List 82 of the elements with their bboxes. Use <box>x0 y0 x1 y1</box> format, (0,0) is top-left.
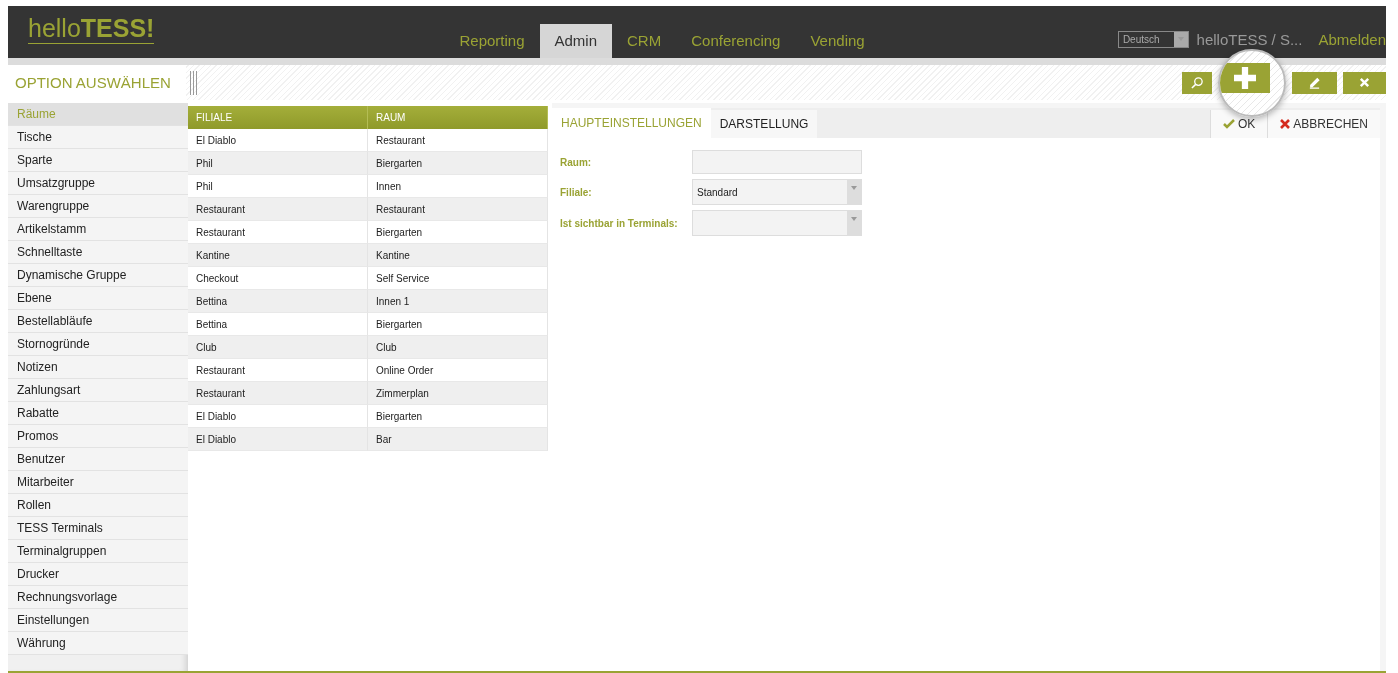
table-cell: Biergarten <box>368 152 548 175</box>
sidebar-item[interactable]: Sparte <box>8 149 188 172</box>
field-label: Raum: <box>560 156 593 168</box>
sidebar-item[interactable]: Benutzer <box>8 448 188 471</box>
sidebar-item[interactable]: Rabatte <box>8 402 188 425</box>
table-cell: El Diablo <box>188 129 368 152</box>
table-cell: Biergarten <box>368 221 548 244</box>
check-icon <box>1222 119 1235 129</box>
sidebar-item[interactable]: Einstellungen <box>8 609 188 632</box>
sidebar-item[interactable]: Ebene <box>8 287 188 310</box>
table-cell: Restaurant <box>188 359 368 382</box>
sidebar-item[interactable]: Terminalgruppen <box>8 540 188 563</box>
logo: helloTESS! <box>28 16 155 44</box>
table-cell: Self Service <box>368 267 548 290</box>
close-icon <box>1280 119 1291 129</box>
sidebar-item[interactable]: Artikelstamm <box>8 218 188 241</box>
sidebar-item[interactable]: TESS Terminals <box>8 517 188 540</box>
edit-button[interactable] <box>1292 71 1337 94</box>
nav-tab[interactable]: Vending <box>795 24 880 58</box>
sidebar-item[interactable]: Promos <box>8 425 188 448</box>
table-cell: Restaurant <box>188 198 368 221</box>
sidebar-item[interactable]: Bestellabläufe <box>8 310 188 333</box>
table-cell: Online Order <box>368 359 548 382</box>
table-cell: Innen 1 <box>368 290 548 313</box>
nav-tab[interactable]: Reporting <box>444 24 540 58</box>
table-cell: Biergarten <box>368 405 548 428</box>
caret-icon <box>851 186 857 190</box>
sidebar-item[interactable]: Tische <box>8 126 188 149</box>
table-cell: Zimmerplan <box>368 382 548 405</box>
cancel-button[interactable]: ABBRECHEN <box>1267 110 1380 138</box>
sidebar-item[interactable]: Notizen <box>8 356 188 379</box>
table-cell: Phil <box>188 152 368 175</box>
sidebar-item[interactable]: Stornogründe <box>8 333 188 356</box>
table-cell: El Diablo <box>188 428 368 451</box>
search-button[interactable] <box>1182 71 1212 94</box>
table-cell: El Diablo <box>188 405 368 428</box>
table-cell: Bettina <box>188 290 368 313</box>
table-cell: Restaurant <box>368 129 548 152</box>
table-cell: Innen <box>368 175 548 198</box>
table-cell: Club <box>368 336 548 359</box>
nav-tab[interactable]: Admin <box>539 24 613 58</box>
sidebar-item[interactable]: Schnelltaste <box>8 241 188 264</box>
sidebar-item[interactable]: Dynamische Gruppe <box>8 264 188 287</box>
field-label: Filiale: <box>560 186 593 198</box>
input-field[interactable] <box>692 150 862 174</box>
sidebar-item[interactable]: Drucker <box>8 563 188 586</box>
ok-button[interactable]: OK <box>1209 110 1268 138</box>
table-cell: Biergarten <box>368 313 548 336</box>
user-name: helloTESS / S... <box>1196 30 1303 48</box>
sidebar-item[interactable]: Rollen <box>8 494 188 517</box>
table-cell: Restaurant <box>368 198 548 221</box>
table-cell: Restaurant <box>188 221 368 244</box>
table-cell: Restaurant <box>188 382 368 405</box>
field-label: Ist sichtbar in Terminals: <box>560 217 679 229</box>
logout-link[interactable]: Abmelden <box>1318 30 1386 48</box>
caret-icon <box>851 217 857 221</box>
table-cell: Phil <box>188 175 368 198</box>
sidebar-item[interactable]: Umsatzgruppe <box>8 172 188 195</box>
select-field[interactable]: Standard <box>692 179 862 205</box>
table-cell: Kantine <box>188 244 368 267</box>
search-icon <box>1190 76 1204 89</box>
table-cell: Bar <box>368 428 548 451</box>
add-button[interactable] <box>1220 62 1270 93</box>
sidebar-item[interactable]: Rechnungsvorlage <box>8 586 188 609</box>
plus-icon <box>1234 66 1256 89</box>
table-cell: Bettina <box>188 313 368 336</box>
close-icon <box>1358 76 1371 89</box>
select-field[interactable] <box>692 210 862 236</box>
pencil-icon <box>1308 76 1321 89</box>
sidebar-item[interactable]: Zahlungsart <box>8 379 188 402</box>
nav-tab[interactable]: Conferencing <box>676 24 796 58</box>
form-tab[interactable]: DARSTELLUNG <box>710 110 818 138</box>
language-select[interactable]: Deutsch <box>1117 30 1189 48</box>
delete-button[interactable] <box>1343 71 1386 94</box>
table-cell: Checkout <box>188 267 368 290</box>
nav-tab[interactable]: CRM <box>612 24 677 58</box>
sidebar-item[interactable]: Währung <box>8 632 188 655</box>
table-cell: Kantine <box>368 244 548 267</box>
sidebar-item[interactable]: Mitarbeiter <box>8 471 188 494</box>
sidebar-item[interactable]: Warengruppe <box>8 195 188 218</box>
sidebar-title: OPTION AUSWÄHLEN <box>8 65 186 100</box>
table-cell: Club <box>188 336 368 359</box>
